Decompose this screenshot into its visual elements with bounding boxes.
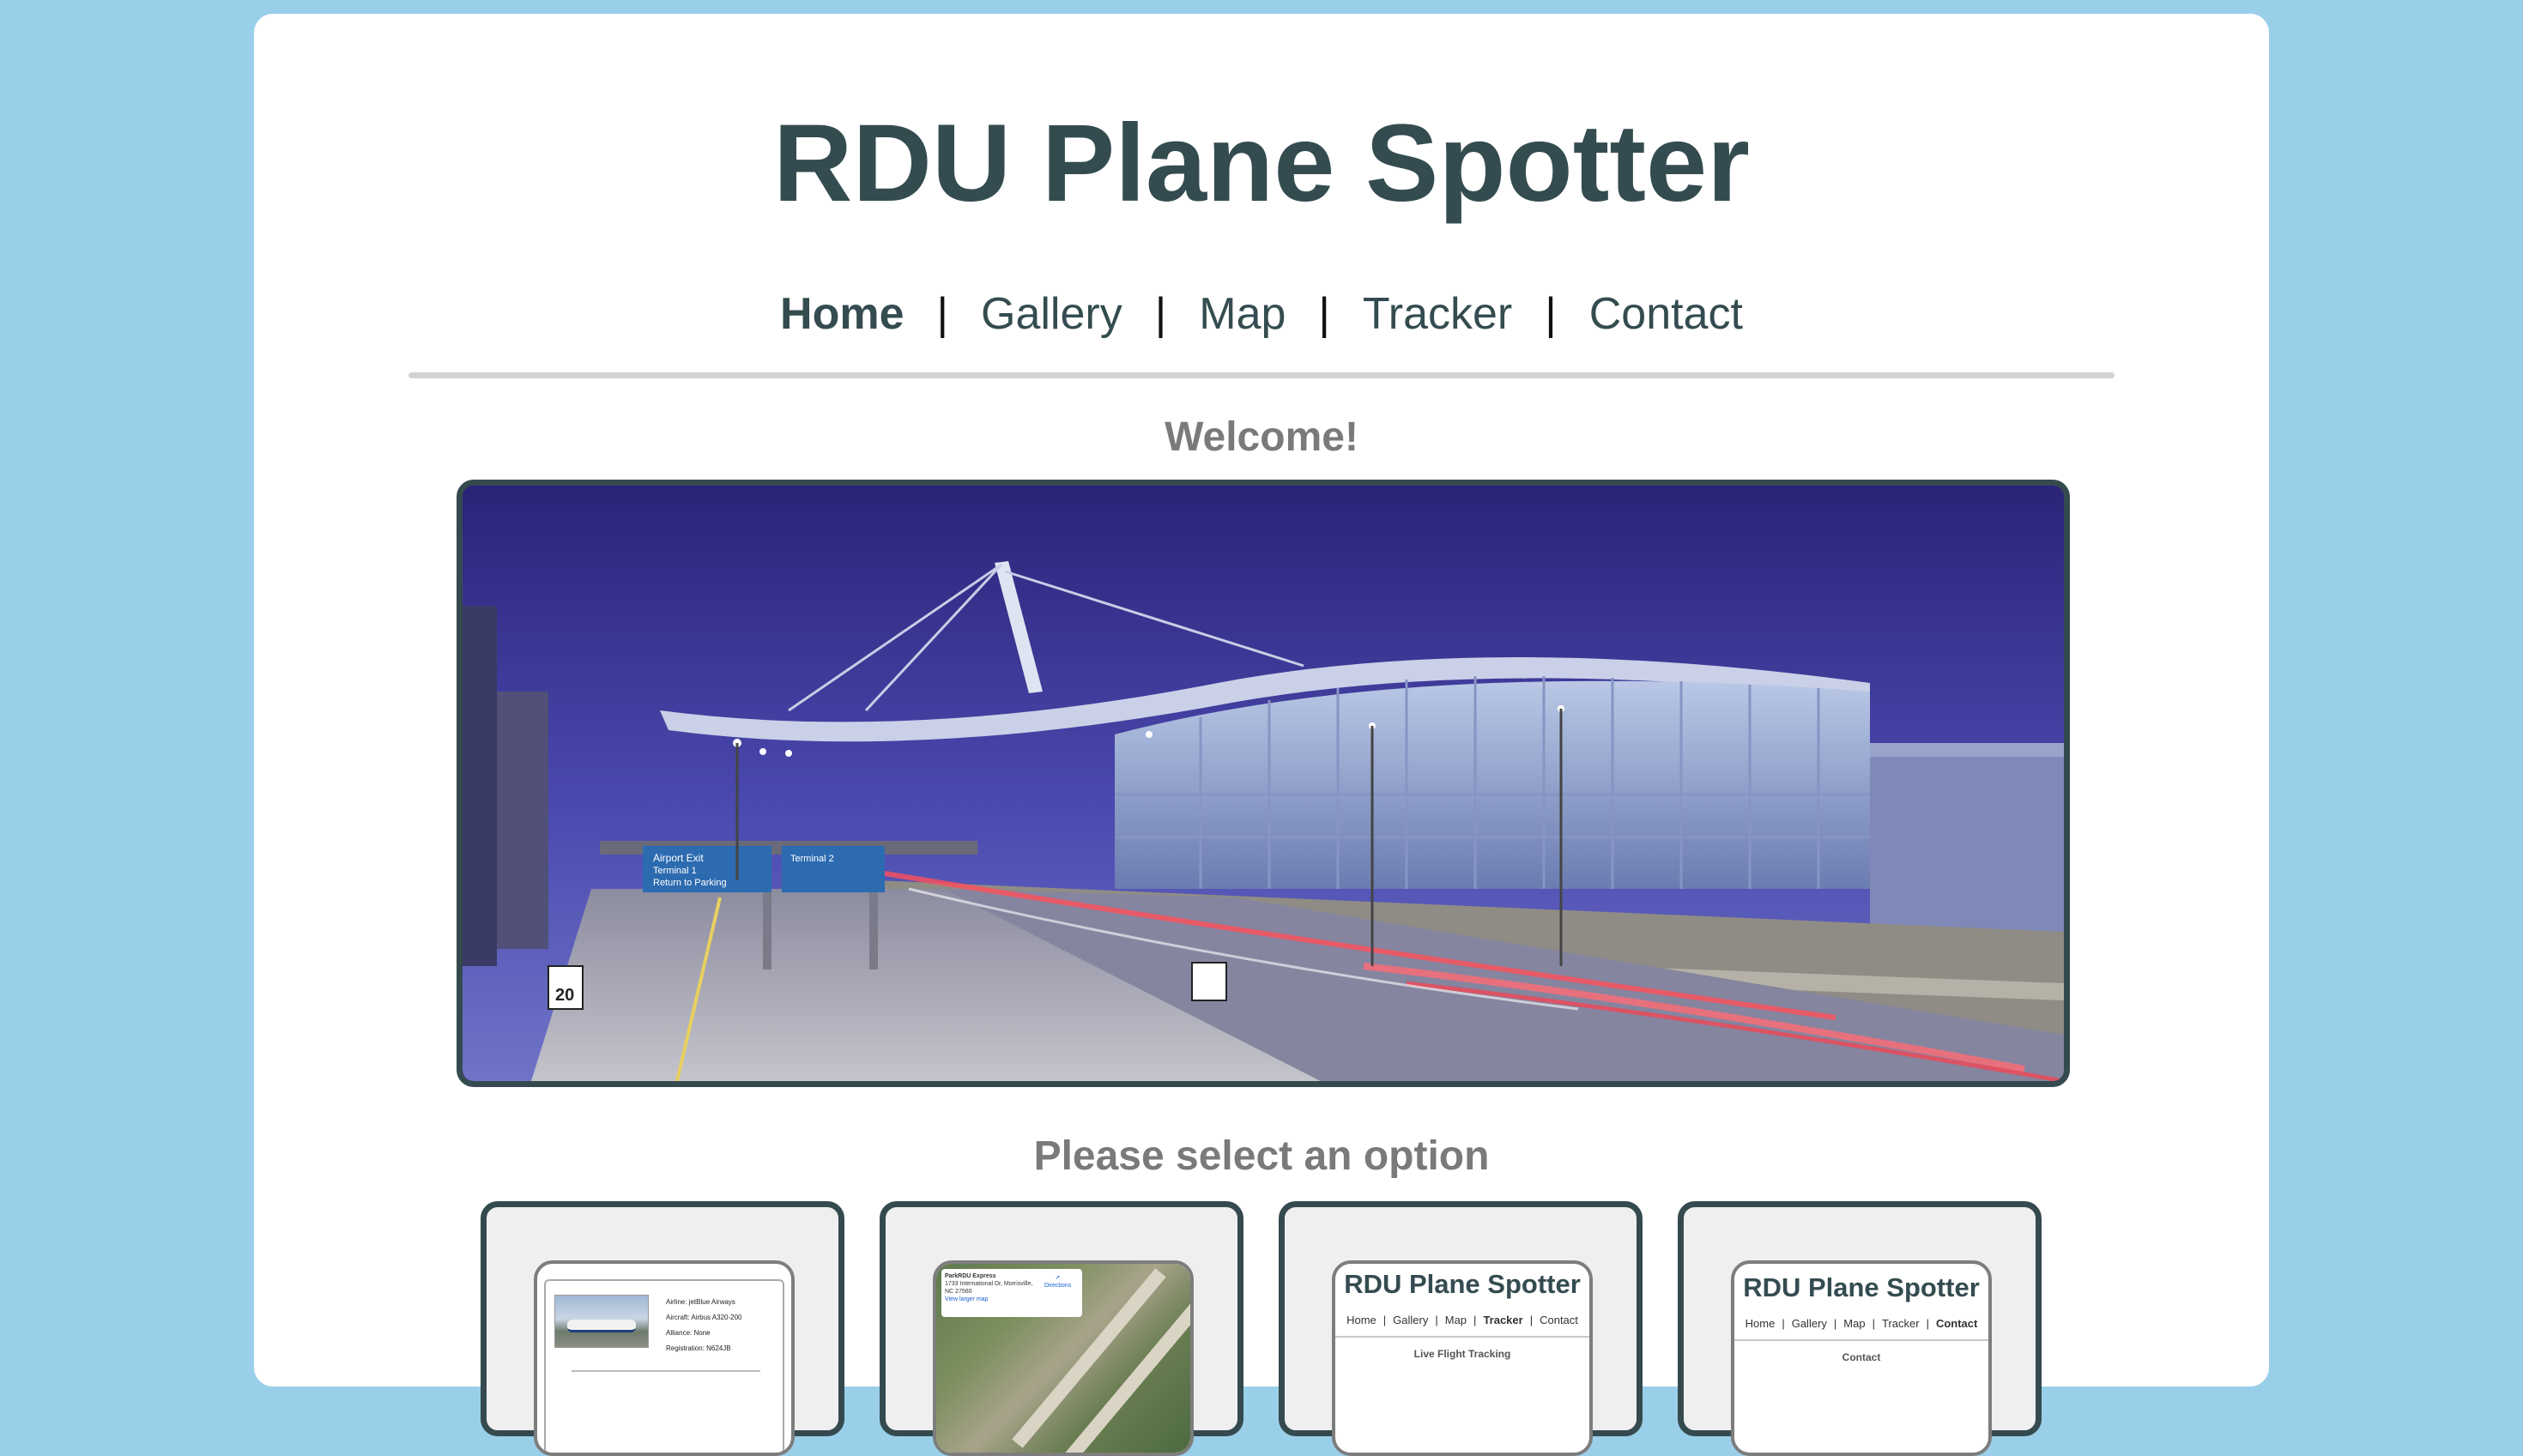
preview-nav-home: Home <box>1745 1317 1776 1330</box>
registration-text: Registration: N624JB <box>666 1344 731 1352</box>
preview-nav: Home | Gallery | Map | Tracker | Contact <box>1745 1317 1978 1330</box>
contact-preview-thumbnail: RDU Plane Spotter Home | Gallery | Map | Track… <box>1731 1260 1992 1456</box>
sign-airport-exit: Airport Exit <box>653 852 704 864</box>
preview-divider <box>1335 1336 1589 1338</box>
alliance-text: Alliance: None <box>666 1329 711 1337</box>
directions-label: Directions <box>1044 1283 1072 1289</box>
preview-site-title: RDU Plane Spotter <box>1344 1269 1581 1299</box>
main-nav: Home | Gallery | Map | Tracker | Contact <box>254 287 2269 341</box>
preview-divider <box>1734 1339 1988 1341</box>
hero-image: Airport Exit Terminal 1 Return to Parkin… <box>457 480 2070 1087</box>
sign-return-parking: Return to Parking <box>653 878 727 888</box>
airline-text: Airline: jetBlue Airways <box>666 1298 735 1306</box>
directions-link: ➚ Directions <box>1044 1274 1071 1290</box>
aircraft-details: Airline: jetBlue Airways Aircraft: Airbu… <box>666 1295 742 1356</box>
aircraft-photo <box>554 1295 649 1348</box>
view-larger-map-link: View larger map <box>945 1296 989 1302</box>
nav-separator: | <box>1154 289 1167 339</box>
nav-contact[interactable]: Contact <box>1589 289 1743 339</box>
preview-nav-home: Home <box>1346 1314 1376 1326</box>
nav-separator: | <box>1545 289 1557 339</box>
directions-icon: ➚ <box>1055 1275 1061 1281</box>
aircraft-shape <box>567 1320 636 1332</box>
option-tracker-card[interactable]: RDU Plane Spotter Home | Gallery | Map | Track… <box>1279 1201 1643 1456</box>
sign-terminal-1: Terminal 1 <box>653 866 697 876</box>
preview-site-title: RDU Plane Spotter <box>1743 1272 1980 1302</box>
option-contact-card[interactable]: RDU Plane Spotter Home | Gallery | Map | Track… <box>1678 1201 2042 1456</box>
welcome-heading: Welcome! <box>1165 414 1358 460</box>
nav-gallery[interactable]: Gallery <box>981 289 1122 339</box>
map-info-popup: ParkRDU Express 1733 International Dr, M… <box>941 1269 1082 1317</box>
header-divider <box>408 372 2115 378</box>
preview-nav-map: Map <box>1843 1317 1866 1330</box>
preview-nav: Home | Gallery | Map | Tracker | Contact <box>1346 1314 1578 1326</box>
preview-nav-tracker: Tracker <box>1881 1317 1920 1330</box>
preview-subtitle: Live Flight Tracking <box>1413 1348 1511 1360</box>
nav-map[interactable]: Map <box>1199 289 1286 339</box>
tracker-preview-thumbnail: RDU Plane Spotter Home | Gallery | Map | Track… <box>1332 1260 1593 1456</box>
option-gallery-card[interactable]: Airline: jetBlue Airways Aircraft: Airbu… <box>481 1201 844 1456</box>
preview-divider <box>572 1370 760 1372</box>
select-option-heading: Please select an option <box>1033 1133 1490 1179</box>
satellite-map: ParkRDU Express 1733 International Dr, M… <box>936 1264 1190 1453</box>
preview-nav-gallery: Gallery <box>1393 1314 1429 1326</box>
option-map-card[interactable]: ParkRDU Express 1733 International Dr, M… <box>880 1201 1243 1456</box>
gallery-preview-thumbnail: Airline: jetBlue Airways Aircraft: Airbu… <box>534 1260 795 1456</box>
site-title: RDU Plane Spotter <box>773 102 1750 225</box>
nav-tracker[interactable]: Tracker <box>1363 289 1512 339</box>
preview-nav-contact: Contact <box>1935 1317 1978 1330</box>
speed-limit-sign: 20 <box>555 986 574 1005</box>
preview-nav-contact: Contact <box>1540 1314 1578 1326</box>
page-card: RDU Plane Spotter Home | Gallery | Map | Track… <box>254 14 2269 1456</box>
preview-nav-gallery: Gallery <box>1791 1317 1827 1330</box>
map-preview-thumbnail: ParkRDU Express 1733 International Dr, M… <box>933 1260 1194 1456</box>
nav-separator: | <box>1318 289 1330 339</box>
sign-terminal-2: Terminal 2 <box>790 854 834 864</box>
preview-subtitle: Contact <box>1842 1351 1881 1363</box>
nav-home[interactable]: Home <box>780 289 904 339</box>
aircraft-text: Aircraft: Airbus A320-200 <box>666 1314 742 1321</box>
preview-nav-map: Map <box>1444 1314 1467 1326</box>
gallery-preview-frame: Airline: jetBlue Airways Aircraft: Airbu… <box>544 1279 784 1453</box>
preview-nav-tracker: Tracker <box>1483 1314 1523 1326</box>
nav-separator: | <box>936 289 949 339</box>
airport-terminal-photo: Airport Exit Terminal 1 Return to Parkin… <box>463 486 2064 1081</box>
